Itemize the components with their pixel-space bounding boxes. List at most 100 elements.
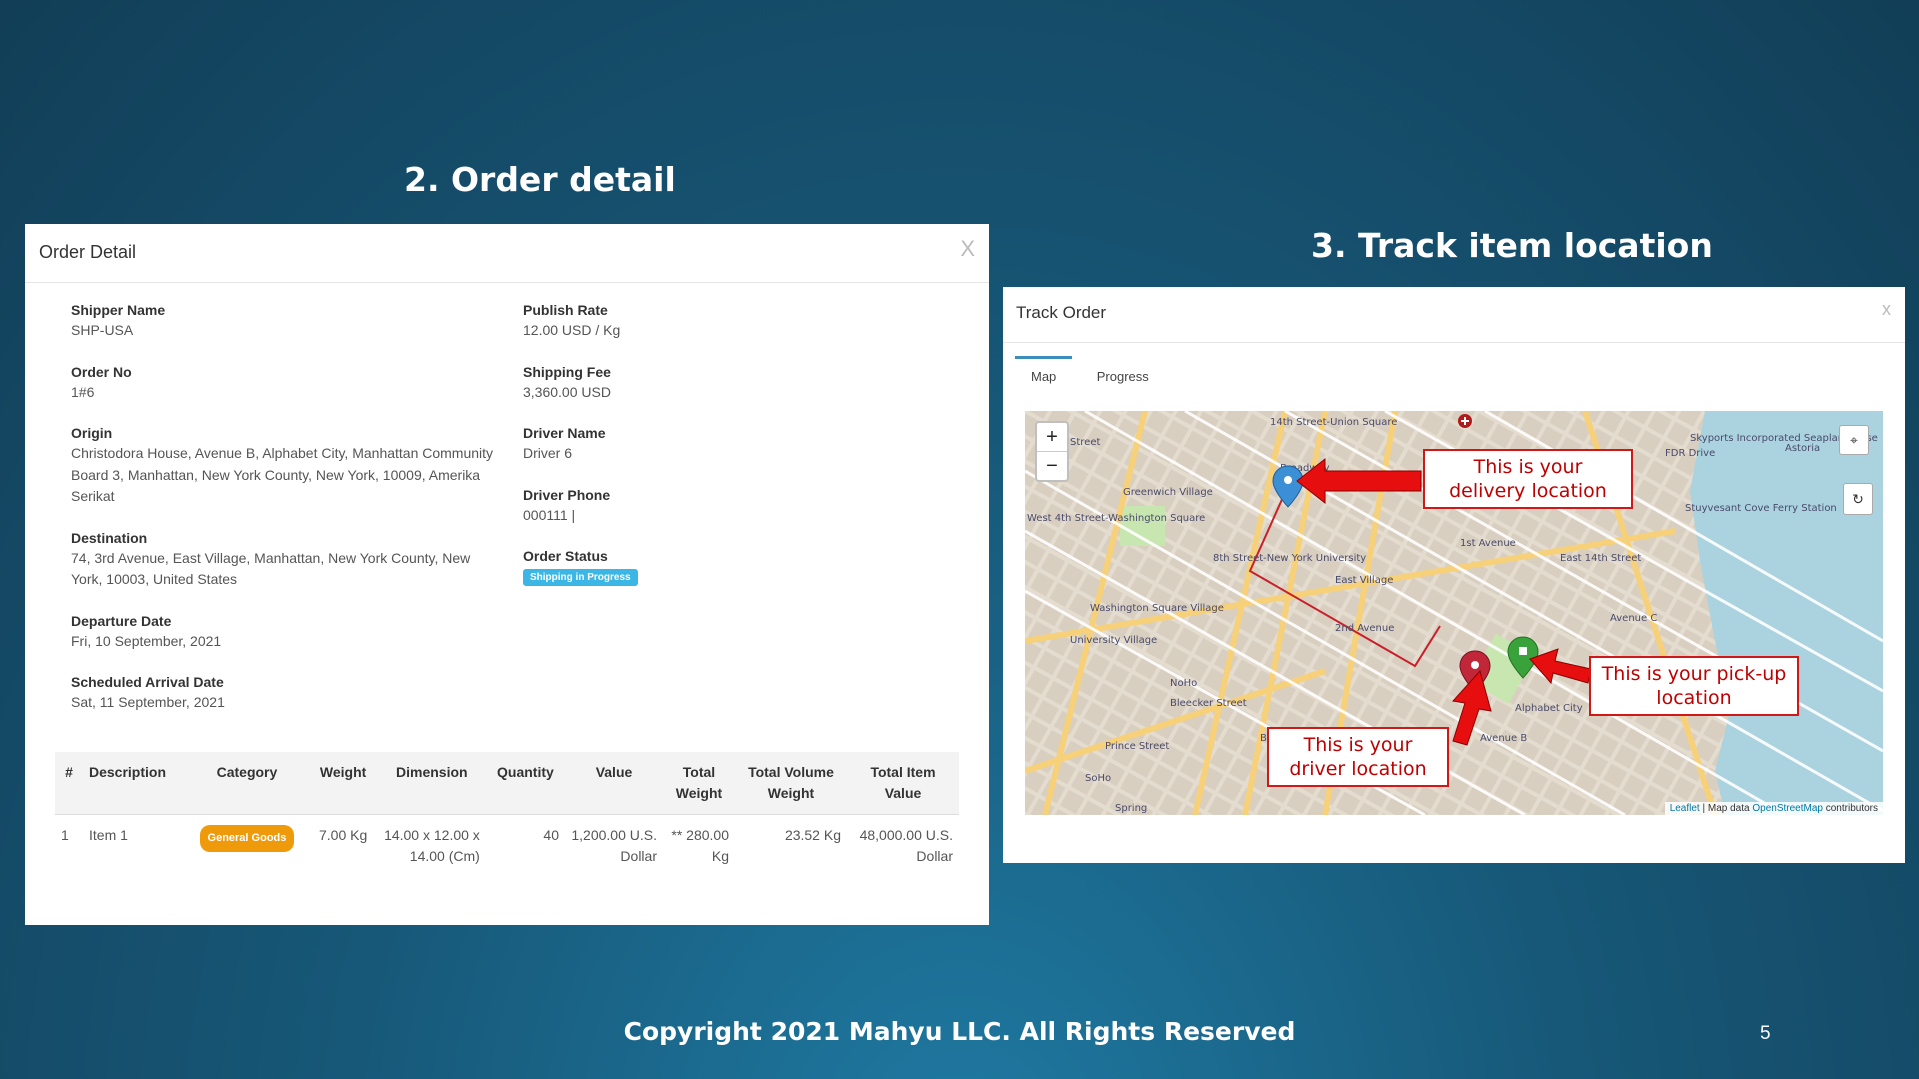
field-value: 1#6 (71, 383, 95, 400)
locate-icon[interactable]: ⌖ (1839, 425, 1869, 455)
field-label: Departure Date (71, 612, 172, 629)
map-label: 2nd Avenue (1335, 623, 1394, 634)
map-label: West 4th Street-Washington Square (1027, 513, 1205, 524)
field-label: Shipper Name (71, 302, 166, 318)
table-header-row: # Description Category Weight Dimension … (55, 752, 959, 815)
map-label: Bleecker Street (1170, 698, 1247, 709)
table-cell: ** 280.00 Kg (671, 827, 729, 864)
map-attribution: Leaflet | Map data OpenStreetMap contrib… (1664, 802, 1883, 815)
osm-link[interactable]: OpenStreetMap (1752, 803, 1823, 814)
order-detail-title: Order Detail (39, 242, 137, 262)
order-detail-panel: Order Detail X Shipper Name SHP-USA Orde… (25, 224, 989, 925)
tab-progress[interactable]: Progress (1081, 356, 1165, 397)
close-button[interactable]: X (960, 236, 975, 262)
order-detail-right-column: Publish Rate 12.00 USD / Kg Shipping Fee… (523, 300, 943, 606)
table-row: 1 Item 1 General Goods 7.00 Kg 14.00 x 1… (55, 815, 959, 878)
field-value: 000111 | (523, 506, 576, 523)
track-order-title: Track Order (1016, 303, 1107, 322)
map-label: Avenue C (1610, 613, 1657, 624)
column-header: Total Volume Weight (735, 752, 847, 815)
table-cell: 7.00 Kg (319, 827, 368, 843)
field-value: SHP-USA (71, 322, 134, 338)
map-label: 14th Street-Union Square (1270, 417, 1397, 428)
map-label: Street (1070, 437, 1100, 448)
map-label: East Village (1335, 575, 1393, 586)
arrival-date-field: Scheduled Arrival Date Sat, 11 September… (71, 672, 501, 714)
map-label: Astoria (1785, 443, 1820, 454)
map-label: NoHo (1170, 678, 1197, 689)
track-order-header: Track Order x (1003, 287, 1905, 343)
track-order-panel: Track Order x Map Progress 14th Street-U… (1003, 287, 1905, 863)
column-header: Description (83, 752, 186, 815)
field-label: Driver Phone (523, 486, 611, 503)
route-icon[interactable]: ↻ (1843, 483, 1873, 515)
map-label: Spring (1115, 803, 1147, 814)
field-label: Shipping Fee (523, 363, 611, 380)
zoom-out-button[interactable]: − (1037, 451, 1067, 480)
field-label: Order No (71, 363, 132, 380)
shipper-name-field: Shipper Name SHP-USA (71, 300, 501, 342)
field-label: Driver Name (523, 425, 606, 441)
map-label: 8th Street-New York University (1213, 553, 1366, 564)
tab-map[interactable]: Map (1015, 356, 1073, 397)
order-detail-heading: 2. Order detail (404, 160, 676, 199)
leaflet-link[interactable]: Leaflet (1670, 803, 1700, 814)
origin-field: Origin Christodora House, Avenue B, Alph… (71, 423, 501, 508)
map-label: SoHo (1085, 773, 1111, 784)
close-button[interactable]: x (1882, 299, 1891, 320)
field-label: Order Status (523, 548, 608, 564)
track-tabs: Map Progress (1015, 356, 1169, 398)
map-label: Avenue B (1480, 733, 1527, 744)
publish-rate-field: Publish Rate 12.00 USD / Kg (523, 300, 943, 342)
field-value: Driver 6 (523, 445, 573, 461)
field-value: Fri, 10 September, 2021 (71, 632, 222, 649)
destination-field: Destination 74, 3rd Avenue, East Village… (71, 528, 501, 591)
map-view[interactable]: 14th Street-Union Square Greenwich Villa… (1025, 411, 1883, 815)
order-detail-left-column: Shipper Name SHP-USA Order No 1#6 Origin… (71, 300, 501, 734)
column-header: Quantity (485, 752, 565, 815)
driver-phone-field: Driver Phone 000111 | (523, 485, 943, 527)
zoom-control: + − (1035, 421, 1069, 482)
order-detail-header: Order Detail X (25, 224, 989, 283)
driver-name-field: Driver Name Driver 6 (523, 423, 943, 465)
map-label: 1st Avenue (1460, 538, 1516, 549)
table-cell: 1,200.00 U.S. Dollar (571, 827, 657, 864)
table-cell: 40 (543, 827, 559, 843)
attribution-suffix: contributors (1822, 803, 1878, 814)
field-label: Publish Rate (523, 302, 608, 318)
column-header: Category (185, 752, 309, 815)
column-header: Total Item Value (847, 752, 959, 815)
copyright-footer: Copyright 2021 Mahyu LLC. All Rights Res… (623, 1017, 1296, 1046)
map-label: Greenwich Village (1123, 487, 1213, 498)
map-label: FDR Drive (1665, 448, 1715, 459)
map-label: Alphabet City (1515, 703, 1583, 714)
field-label: Origin (71, 425, 113, 441)
shipping-fee-field: Shipping Fee 3,360.00 USD (523, 362, 943, 404)
pickup-callout: This is your pick-up location (1589, 656, 1799, 716)
table-cell: 23.52 Kg (784, 827, 841, 843)
items-table: # Description Category Weight Dimension … (55, 752, 959, 877)
delivery-callout: This is your delivery location (1423, 449, 1633, 509)
category-badge: General Goods (199, 825, 295, 852)
column-header: Value (565, 752, 663, 815)
zoom-in-button[interactable]: + (1037, 423, 1067, 451)
table-cell: 1 (61, 827, 69, 843)
departure-date-field: Departure Date Fri, 10 September, 2021 (71, 611, 501, 653)
table-cell: 48,000.00 U.S. Dollar (859, 827, 953, 864)
column-header: # (55, 752, 83, 815)
map-label: University Village (1070, 635, 1157, 646)
driver-callout: This is your driver location (1267, 727, 1449, 787)
column-header: Dimension (377, 752, 486, 815)
table-cell: General Goods (185, 815, 308, 878)
field-label: Destination (71, 529, 148, 546)
hospital-icon (1458, 414, 1472, 428)
field-value: 3,360.00 USD (523, 383, 611, 400)
status-badge: Shipping in Progress (523, 569, 638, 586)
column-header: Total Weight (663, 752, 735, 815)
field-value: 74, 3rd Avenue, East Village, Manhattan,… (71, 549, 471, 588)
page-number: 5 (1760, 1023, 1771, 1044)
column-header: Weight (308, 752, 378, 815)
map-label: Stuyvesant Cove Ferry Station (1685, 503, 1837, 514)
map-label: East 14th Street (1560, 553, 1641, 564)
attribution-separator: | Map data (1699, 803, 1753, 814)
